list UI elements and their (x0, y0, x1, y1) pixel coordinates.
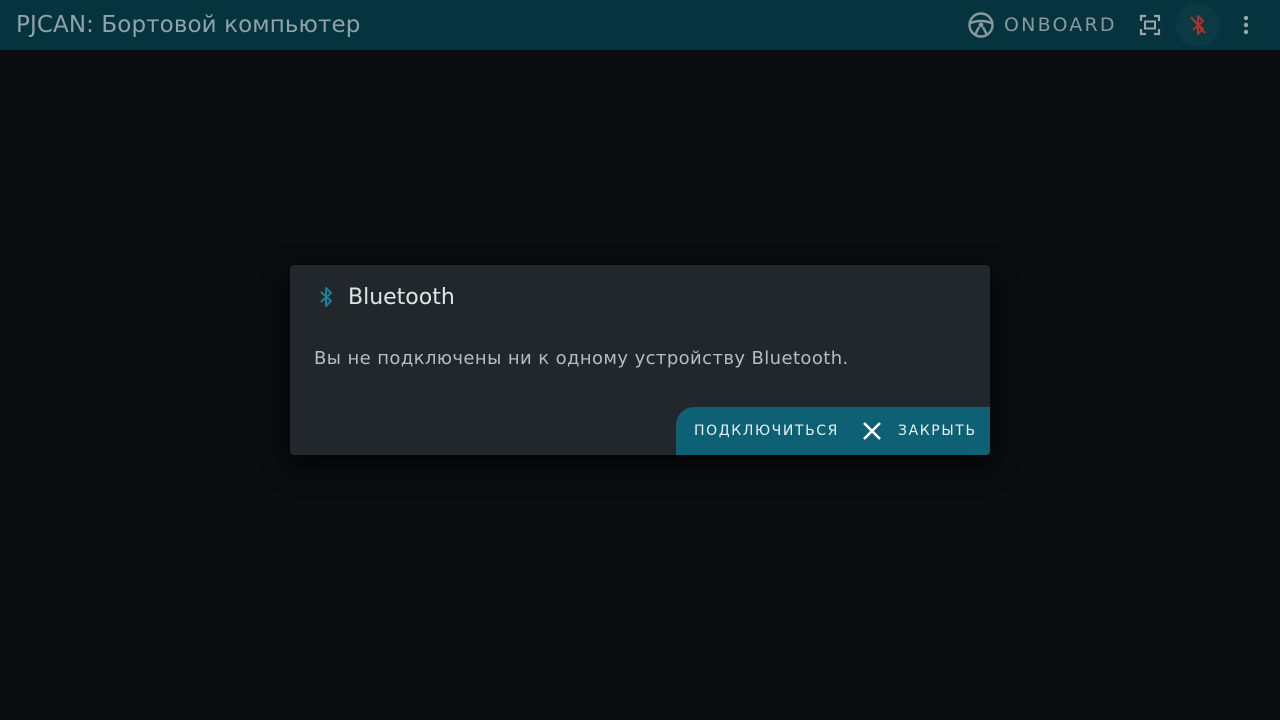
app-title: PJCAN: Бортовой компьютер (16, 12, 361, 38)
app-bar: PJCAN: Бортовой компьютер ONBOARD (0, 0, 1280, 50)
close-button[interactable]: ЗАКРЫТЬ (860, 407, 977, 455)
bluetooth-icon (320, 287, 332, 307)
fullscreen-icon (1139, 14, 1161, 36)
dialog-title: Bluetooth (348, 284, 455, 310)
menu-button[interactable] (1224, 3, 1268, 47)
close-button-label: ЗАКРЫТЬ (898, 423, 977, 439)
bluetooth-status-button[interactable] (1176, 3, 1220, 47)
dialog-actions: ПОДКЛЮЧИТЬСЯ ЗАКРЫТЬ (676, 407, 990, 455)
dialog-header: Bluetooth (314, 283, 455, 311)
dots-vertical-icon (1243, 15, 1249, 35)
fullscreen-button[interactable] (1128, 3, 1172, 47)
dialog-message: Вы не подключены ни к одному устройству … (314, 348, 849, 369)
connect-button[interactable]: ПОДКЛЮЧИТЬСЯ (694, 407, 839, 455)
bluetooth-dialog: Bluetooth Вы не подключены ни к одному у… (290, 265, 990, 455)
onboard-mode-button[interactable]: ONBOARD (966, 10, 1117, 40)
bluetooth-off-icon (1190, 15, 1206, 35)
steering-wheel-icon (968, 12, 994, 38)
onboard-mode-label: ONBOARD (1004, 14, 1117, 36)
close-icon (863, 422, 881, 440)
